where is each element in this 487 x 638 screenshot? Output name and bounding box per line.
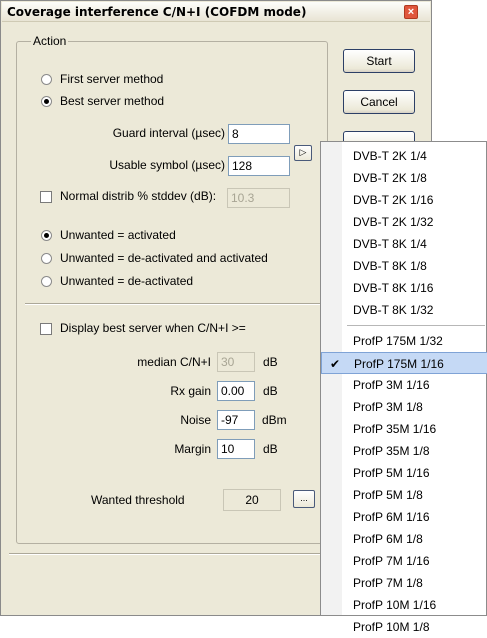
menu-item[interactable]: DVB-T 8K 1/8 [321, 255, 487, 277]
noise-label: Noise [180, 413, 211, 427]
menu-item-label: DVB-T 2K 1/32 [353, 215, 434, 229]
median-label: median C/N+I [137, 355, 211, 369]
wanted-threshold-label: Wanted threshold [91, 493, 185, 507]
menu-item-label: ProfP 6M 1/16 [353, 510, 430, 524]
menu-item-label: ProfP 35M 1/16 [353, 422, 437, 436]
unwanted-deactivated-label: Unwanted = de-activated [60, 274, 194, 288]
menu-item-label: ProfP 7M 1/8 [353, 576, 423, 590]
menu-item[interactable]: ProfP 5M 1/8 [321, 484, 487, 506]
menu-item-label: DVB-T 8K 1/16 [353, 281, 434, 295]
best-server-label: Best server method [60, 94, 165, 108]
menu-item[interactable]: ProfP 3M 1/16 [321, 374, 487, 396]
usable-symbol-label: Usable symbol (µsec) [109, 158, 225, 172]
menu-item[interactable]: ProfP 3M 1/8 [321, 396, 487, 418]
menu-item[interactable]: DVB-T 2K 1/8 [321, 167, 487, 189]
menu-item[interactable]: ProfP 175M 1/32 [321, 330, 487, 352]
menu-item[interactable]: ProfP 7M 1/16 [321, 550, 487, 572]
menu-item-label: ProfP 10M 1/8 [353, 620, 430, 634]
menu-item[interactable]: DVB-T 8K 1/16 [321, 277, 487, 299]
menu-item[interactable]: ProfP 35M 1/8 [321, 440, 487, 462]
guard-interval-input[interactable]: 8 [228, 124, 290, 144]
menu-item[interactable]: ProfP 6M 1/8 [321, 528, 487, 550]
menu-item[interactable]: ProfP 10M 1/16 [321, 594, 487, 616]
title-bar[interactable]: Coverage interference C/N+I (COFDM mode)… [2, 2, 430, 22]
menu-item[interactable]: ProfP 10M 1/8 [321, 616, 487, 638]
symbol-dropdown-button[interactable]: ▷ [294, 145, 312, 161]
menu-item[interactable]: DVB-T 2K 1/16 [321, 189, 487, 211]
cancel-button[interactable]: Cancel [343, 90, 415, 114]
menu-item-label: ProfP 5M 1/8 [353, 488, 423, 502]
normal-distrib-input[interactable]: 10.3 [227, 188, 290, 208]
menu-item[interactable]: DVB-T 8K 1/4 [321, 233, 487, 255]
mode-dropdown-menu: DVB-T 2K 1/4 DVB-T 2K 1/8 DVB-T 2K 1/16 DVB… [320, 141, 487, 634]
menu-item-label: ProfP 35M 1/8 [353, 444, 430, 458]
noise-input[interactable]: -97 [217, 410, 255, 430]
menu-separator [347, 325, 485, 326]
menu-item[interactable]: DVB-T 2K 1/4 [321, 145, 487, 167]
action-group-label: Action [31, 34, 69, 48]
menu-item-label: DVB-T 8K 1/8 [353, 259, 427, 273]
menu-item-label: ProfP 175M 1/32 [353, 334, 443, 348]
unwanted-both-radio[interactable] [41, 253, 52, 264]
margin-label: Margin [174, 442, 211, 456]
menu-item[interactable]: ProfP 5M 1/16 [321, 462, 487, 484]
unwanted-deactivated-radio[interactable] [41, 276, 52, 287]
rx-gain-label: Rx gain [170, 384, 211, 398]
wanted-threshold-value: 20 [223, 489, 281, 511]
unwanted-activated-label: Unwanted = activated [60, 228, 176, 242]
median-unit: dB [263, 355, 278, 369]
usable-symbol-input[interactable]: 128 [228, 156, 290, 176]
window-title: Coverage interference C/N+I (COFDM mode) [7, 5, 307, 19]
rx-gain-unit: dB [263, 384, 278, 398]
median-input[interactable]: 30 [217, 352, 255, 372]
close-button[interactable]: × [404, 5, 418, 19]
menu-item-label: DVB-T 8K 1/4 [353, 237, 427, 251]
normal-distrib-label: Normal distrib % stddev (dB): [60, 189, 217, 203]
best-server-radio[interactable] [41, 96, 52, 107]
best-server-checkbox[interactable] [40, 323, 52, 335]
menu-item[interactable]: ProfP 35M 1/16 [321, 418, 487, 440]
menu-item-label: DVB-T 2K 1/16 [353, 193, 434, 207]
checkmark-icon: ✔ [330, 357, 341, 371]
menu-item-label: DVB-T 2K 1/4 [353, 149, 427, 163]
guard-interval-label: Guard interval (µsec) [112, 126, 225, 140]
first-server-label: First server method [60, 72, 164, 86]
section-divider [25, 303, 322, 305]
margin-input[interactable]: 10 [217, 439, 255, 459]
margin-unit: dB [263, 442, 278, 456]
menu-item[interactable]: ✔ ProfP 175M 1/16 [321, 352, 487, 374]
menu-item[interactable]: DVB-T 8K 1/32 [321, 299, 487, 321]
menu-item[interactable]: ProfP 7M 1/8 [321, 572, 487, 594]
action-groupbox [16, 41, 328, 544]
best-server-display-label: Display best server when C/N+I >= [60, 321, 246, 335]
noise-unit: dBm [262, 413, 287, 427]
menu-item-label: DVB-T 8K 1/32 [353, 303, 434, 317]
menu-item-label: ProfP 175M 1/16 [354, 357, 444, 371]
unwanted-activated-radio[interactable] [41, 230, 52, 241]
menu-item-label: ProfP 6M 1/8 [353, 532, 423, 546]
menu-item-label: DVB-T 2K 1/8 [353, 171, 427, 185]
menu-item[interactable]: ProfP 6M 1/16 [321, 506, 487, 528]
menu-item-label: ProfP 3M 1/8 [353, 400, 423, 414]
unwanted-both-label: Unwanted = de-activated and activated [60, 251, 268, 265]
menu-item-label: ProfP 7M 1/16 [353, 554, 430, 568]
menu-item[interactable]: DVB-T 2K 1/32 [321, 211, 487, 233]
menu-item-label: ProfP 10M 1/16 [353, 598, 437, 612]
first-server-radio[interactable] [41, 74, 52, 85]
rx-gain-input[interactable]: 0.00 [217, 381, 255, 401]
wanted-threshold-button[interactable]: ... [293, 490, 315, 508]
start-button[interactable]: Start [343, 49, 415, 73]
normal-distrib-checkbox[interactable] [40, 191, 52, 203]
menu-item-label: ProfP 5M 1/16 [353, 466, 430, 480]
menu-item-label: ProfP 3M 1/16 [353, 378, 430, 392]
